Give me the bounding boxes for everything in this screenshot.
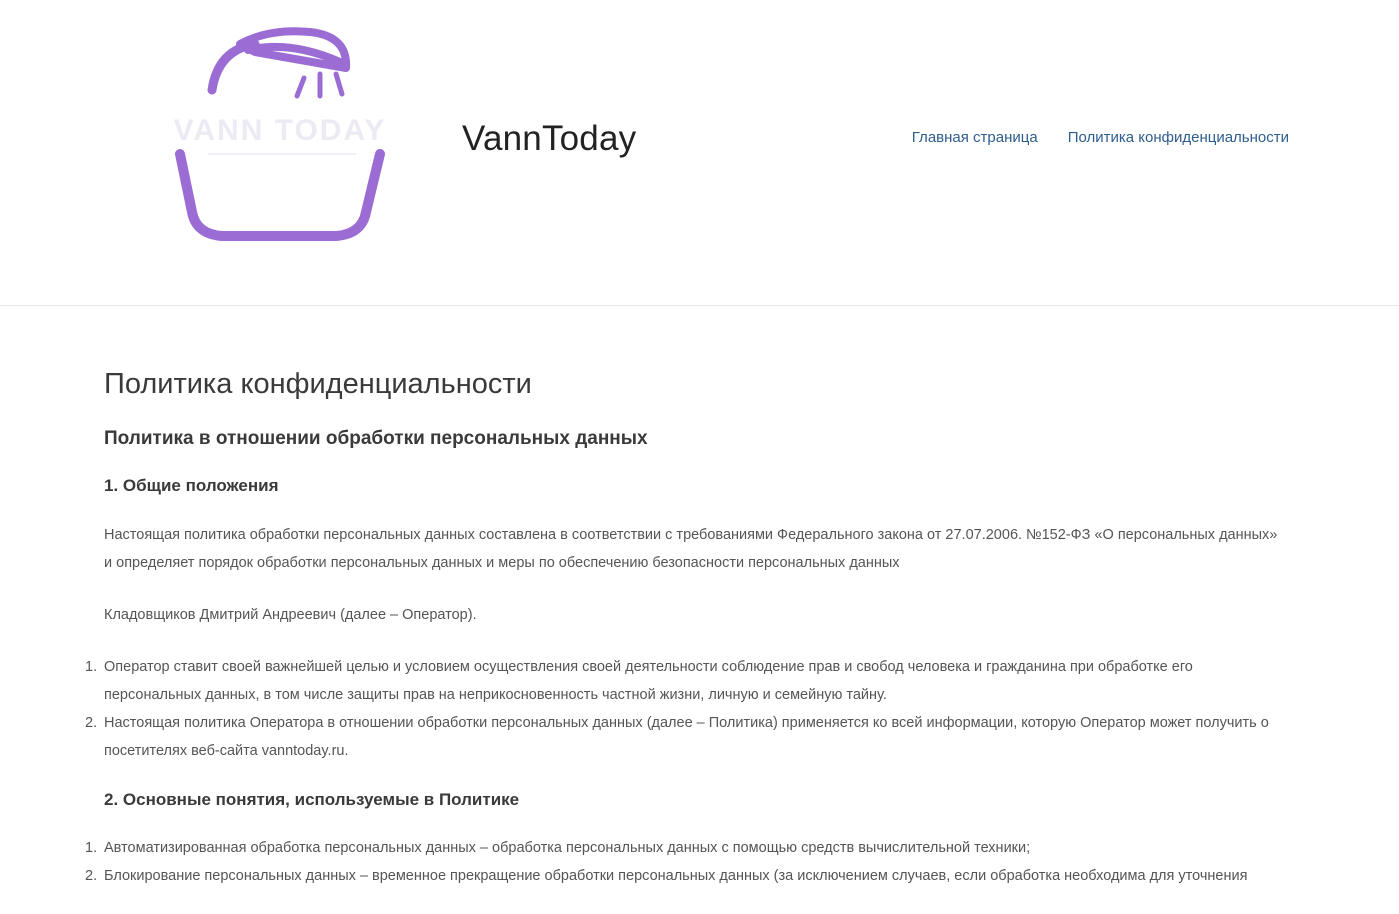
list-item: 2. Настоящая политика Оператора в отноше… — [85, 709, 1314, 765]
list-item-line: Настоящая политика Оператора в отношении… — [104, 715, 1269, 732]
section-2-list: 1. Автоматизированная обработка персонал… — [85, 834, 1314, 890]
list-item-number: 1. — [85, 839, 98, 856]
section-1-list: 1. Оператор ставит своей важнейшей целью… — [85, 653, 1314, 765]
svg-text:VANN TODAY: VANN TODAY — [174, 114, 387, 147]
list-item-number: 2. — [85, 715, 98, 732]
page-content: Политика конфиденциальности Политика в о… — [85, 366, 1314, 914]
list-item-line: Блокирование персональных данных – време… — [104, 867, 1248, 884]
section-1-intro: Настоящая политика обработки персональны… — [104, 521, 1314, 577]
intro-line-1: Настоящая политика обработки персональны… — [104, 527, 1278, 544]
list-item-line: Оператор ставит своей важнейшей целью и … — [104, 659, 1193, 676]
main-nav: Главная страница Политика конфиденциальн… — [912, 129, 1289, 146]
list-item-line: персональных данных, в том числе защиты … — [104, 687, 887, 704]
page-title: Политика конфиденциальности — [104, 368, 532, 400]
list-item-line: посетителях веб-сайта vanntoday.ru. — [104, 743, 349, 760]
site-logo[interactable]: VANN TODAY — [160, 22, 400, 247]
bathtub-shower-icon: VANN TODAY — [174, 27, 387, 241]
section-1-title: 1. Общие положения — [104, 476, 279, 496]
intro-line-2: и определяет порядок обработки персональ… — [104, 555, 900, 572]
policy-heading: Политика в отношении обработки персональ… — [104, 427, 648, 449]
list-item-number: 1. — [85, 659, 98, 676]
list-item: 1. Автоматизированная обработка персонал… — [85, 834, 1314, 862]
list-item: 1. Оператор ставит своей важнейшей целью… — [85, 653, 1314, 709]
section-2-title: 2. Основные понятия, используемые в Поли… — [104, 790, 520, 810]
site-header: VANN TODAY VannToday Главная страница По… — [0, 0, 1399, 306]
site-title[interactable]: VannToday — [462, 119, 636, 159]
nav-item-privacy-policy[interactable]: Политика конфиденциальности — [1068, 129, 1289, 146]
list-item: 2. Блокирование персональных данных – вр… — [85, 862, 1314, 890]
operator-text: Кладовщиков Дмитрий Андреевич (далее – О… — [104, 607, 477, 624]
nav-item-home[interactable]: Главная страница — [912, 129, 1038, 146]
list-item-line: Автоматизированная обработка персональны… — [104, 839, 1031, 856]
list-item-number: 2. — [85, 867, 98, 884]
